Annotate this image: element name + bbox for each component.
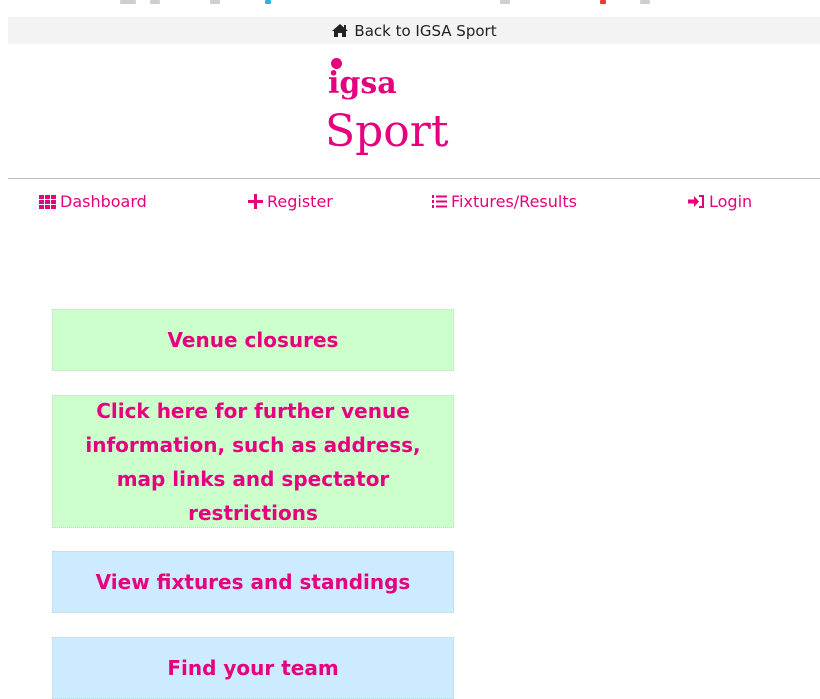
back-bar: Back to IGSA Sport [8, 17, 820, 44]
venue-information-label: Click here for further venue information… [85, 398, 421, 525]
partial-fragment [210, 0, 220, 4]
partial-fragment [265, 0, 271, 4]
sign-in-icon [688, 194, 705, 209]
nav-login[interactable]: Login [688, 192, 752, 211]
top-partial-strip [0, 0, 820, 17]
main-nav: Dashboard Register Fixtures/Results Logi… [0, 190, 820, 218]
nav-fixtures-label: Fixtures/Results [451, 192, 577, 211]
nav-fixtures-results[interactable]: Fixtures/Results [432, 192, 577, 211]
grid-icon [39, 194, 56, 209]
partial-fragment [120, 0, 136, 4]
nav-register-label: Register [267, 192, 333, 211]
nav-dashboard[interactable]: Dashboard [39, 192, 147, 211]
partial-fragment [500, 0, 510, 4]
nav-register[interactable]: Register [248, 192, 333, 211]
venue-closures-label: Venue closures [167, 328, 339, 352]
partial-fragment [640, 0, 650, 4]
logo-small-text: igsa [328, 66, 397, 101]
nav-dashboard-label: Dashboard [60, 192, 147, 211]
view-fixtures-standings-label: View fixtures and standings [95, 570, 411, 594]
view-fixtures-standings-button[interactable]: View fixtures and standings [52, 551, 454, 613]
home-icon [331, 23, 349, 38]
find-your-team-label: Find your team [167, 656, 339, 680]
partial-fragment [150, 0, 160, 4]
partial-fragment [600, 0, 606, 4]
header-divider [8, 178, 820, 179]
back-to-igsa-link[interactable]: Back to IGSA Sport [331, 21, 497, 40]
back-link-label: Back to IGSA Sport [354, 21, 497, 40]
find-your-team-button[interactable]: Find your team [52, 637, 454, 699]
logo-big-text: Sport [325, 106, 449, 157]
plus-icon [248, 194, 263, 209]
ordered-list-icon [432, 194, 447, 209]
venue-information-button[interactable]: Click here for further venue information… [52, 395, 454, 528]
nav-login-label: Login [709, 192, 753, 211]
igsa-sport-logo[interactable]: igsa Sport [0, 48, 820, 168]
venue-closures-button[interactable]: Venue closures [52, 309, 454, 371]
